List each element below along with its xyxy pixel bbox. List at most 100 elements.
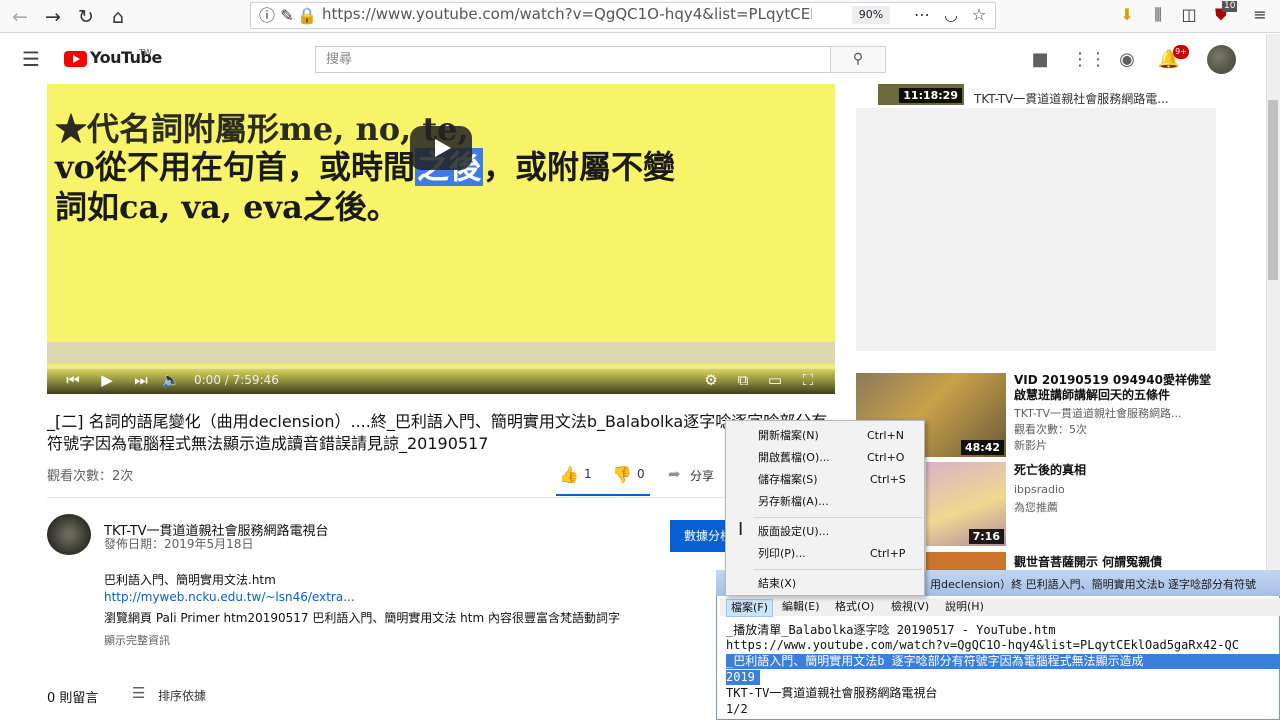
dislike-count: 0 <box>637 467 645 481</box>
ublock-badge: 10 <box>1222 1 1238 12</box>
apps-icon[interactable]: ⋮⋮ <box>1071 48 1107 72</box>
rec-duration: 7:16 <box>968 529 1004 544</box>
sentiment-bar <box>556 494 650 496</box>
rec-channel: TKT-TV一貫道道親社會服務網路... <box>1014 407 1182 420</box>
menu-item-exit[interactable]: 結束(X) <box>758 576 796 592</box>
rec-channel: TKT-TV一貫道道親社會服務網路電... <box>974 92 1169 106</box>
menu-separator <box>754 569 922 570</box>
menu-item-open[interactable]: 開啟舊檔(O)... <box>758 450 830 466</box>
next-icon[interactable]: ⏭ <box>130 370 152 390</box>
like-count: 1 <box>584 467 592 481</box>
search-input[interactable]: 搜尋 <box>315 46 831 73</box>
sort-button[interactable]: 排序依據 <box>158 687 206 704</box>
user-avatar[interactable] <box>1207 45 1236 74</box>
zoom-level[interactable]: 90% <box>852 6 890 24</box>
share-icon[interactable]: ➦ <box>668 465 681 483</box>
scrollbar-thumb[interactable] <box>1268 100 1278 280</box>
progress-bar[interactable] <box>47 366 835 369</box>
rec-title[interactable]: VID 20190519 094940愛祥佛堂 <box>1014 373 1214 388</box>
description-line: 瀏覽網頁 Pali Primer htm20190517 巴利語入門、簡明實用文… <box>104 611 620 625</box>
notepad-text-line-selected[interactable]: 2019 <box>726 670 760 685</box>
theater-mode-icon[interactable]: ▭ <box>764 370 786 390</box>
previous-icon[interactable]: ⏮ <box>62 370 84 390</box>
page-actions-icon[interactable]: ⋯ <box>911 5 933 25</box>
menu-item-save-as[interactable]: 另存新檔(A)... <box>758 494 829 510</box>
notepad-text-line[interactable]: https://www.youtube.com/watch?v=QgQC1O-h… <box>726 638 1280 653</box>
search-icon: ⚲ <box>852 51 864 67</box>
menu-edit[interactable]: 編輯(E) <box>778 599 824 615</box>
fullscreen-icon[interactable]: ⛶ <box>797 370 819 390</box>
miniplayer-icon[interactable]: ⧉ <box>732 370 754 390</box>
messages-icon[interactable]: ◉ <box>1115 48 1139 72</box>
download-icon[interactable]: ⬇ <box>1116 5 1138 25</box>
slide-text-post: ，或附屬不變 <box>482 148 675 186</box>
sort-icon[interactable]: ☰ <box>132 684 145 702</box>
library-icon[interactable]: ⫼ <box>1147 5 1169 25</box>
menu-item-print[interactable]: 列印(P)... <box>758 546 806 562</box>
channel-avatar[interactable] <box>47 514 91 555</box>
hamburger-icon[interactable]: ☰ <box>22 48 40 70</box>
rec-thumbnail[interactable]: 7:16 <box>926 462 1006 546</box>
logo-region: TW <box>139 48 152 57</box>
menu-item-save[interactable]: 儲存檔案(S) <box>758 472 818 488</box>
description-link[interactable]: http://myweb.ncku.edu.tw/~lsn46/extra... <box>104 590 355 604</box>
slide-text-line3: 詞如ca, va, eva之後。 <box>55 188 399 226</box>
rec-thumbnail[interactable]: 11:18:29 <box>878 84 964 105</box>
menu-item-new[interactable]: 開新檔案(N) <box>758 428 819 444</box>
video-player[interactable]: ★代名詞附屬形me, no, te, vo從不用在句首，或時間之後，或附屬不變 … <box>47 84 835 394</box>
video-taskbar-strip <box>47 342 835 364</box>
rec-title[interactable]: 死亡後的真相 <box>1014 463 1214 478</box>
play-button-large[interactable] <box>410 126 472 170</box>
notifications-badge: 9+ <box>1173 45 1189 59</box>
notepad-text-line[interactable]: 1/2 <box>726 702 1280 717</box>
description-line: 巴利語入門、簡明實用文法.htm <box>104 573 276 587</box>
create-video-icon[interactable]: ■ <box>1028 48 1052 72</box>
menu-file[interactable]: 檔案(F) <box>726 599 773 617</box>
play-icon[interactable]: ▶ <box>96 370 118 390</box>
notepad-title: 用declension）終 巴利語入門、簡明實用文法b 逐字唸部分有符號 <box>930 578 1257 591</box>
shortcut-print: Ctrl+P <box>870 547 906 560</box>
forward-icon[interactable]: → <box>40 4 66 30</box>
menu-help[interactable]: 說明(H) <box>941 599 988 615</box>
notepad-text-line[interactable]: TKT-TV一貫道道親社會服務網路電視台 <box>726 686 1280 701</box>
dislike-icon[interactable]: 👎 <box>612 465 632 484</box>
menu-format[interactable]: 格式(O) <box>831 599 878 615</box>
volume-icon[interactable]: 🔈 <box>160 370 182 390</box>
menu-separator <box>754 517 922 518</box>
back-icon[interactable]: ← <box>7 4 33 30</box>
rec-views: 觀看次數：5次 <box>1014 423 1087 436</box>
rec-title-line2[interactable]: 啟慧班講師講解回天的五條件 <box>1014 388 1214 403</box>
rec-thumbnail[interactable] <box>926 552 1006 570</box>
show-more-button[interactable]: 顯示完整資訊 <box>104 632 170 648</box>
settings-gear-icon[interactable]: ⚙ <box>700 370 722 390</box>
menu-icon[interactable]: ≡ <box>1249 5 1271 25</box>
like-icon[interactable]: 👍 <box>559 465 579 484</box>
permissions-icon[interactable]: ✎ <box>276 6 298 26</box>
rec-reason: 為您推薦 <box>1014 501 1058 514</box>
home-icon[interactable]: ⌂ <box>105 4 131 30</box>
menu-item-page-setup[interactable]: 版面設定(U)... <box>758 524 829 540</box>
pocket-icon[interactable]: ◡ <box>940 5 962 25</box>
divider <box>47 497 833 498</box>
analytics-button[interactable]: 數據分析 <box>670 520 730 552</box>
text-cursor-icon: I <box>738 519 744 540</box>
publish-date: 發佈日期：2019年5月18日 <box>104 537 254 551</box>
reload-icon[interactable]: ↻ <box>73 4 99 30</box>
share-button[interactable]: 分享 <box>690 467 714 484</box>
sidebar-icon[interactable]: ◫ <box>1178 5 1200 25</box>
video-title: _[二] 名詞的語尾變化（曲用declension）....終_巴利語入門、簡明… <box>47 412 828 453</box>
rec-duration: 11:18:29 <box>899 88 962 103</box>
bookmark-star-icon[interactable]: ☆ <box>968 5 990 25</box>
view-count: 觀看次數：2次 <box>47 469 134 484</box>
rec-channel: ibpsradio <box>1014 483 1065 496</box>
rec-title[interactable]: 觀世音菩薩開示 何謂冤親債 <box>1014 555 1214 570</box>
youtube-logo-icon[interactable] <box>64 51 87 67</box>
search-button[interactable]: ⚲ <box>830 46 886 73</box>
time-display: 0:00 / 7:59:46 <box>194 373 279 387</box>
info-icon[interactable]: ⓘ <box>256 6 278 26</box>
notepad-text-line[interactable]: _播放清單_Balabolka逐字唸 20190517 - YouTube.ht… <box>726 623 1280 638</box>
menu-view[interactable]: 檢視(V) <box>887 599 933 615</box>
slide-text-pre: vo從不用在句首，或時間 <box>55 148 415 186</box>
url-text[interactable]: https://www.youtube.com/watch?v=QgQC1O-h… <box>322 5 812 23</box>
notepad-text-line-selected[interactable]: _巴利語入門、簡明實用文法b 逐字唸部分有符號字因為電腦程式無法顯示造成 <box>726 654 1280 669</box>
